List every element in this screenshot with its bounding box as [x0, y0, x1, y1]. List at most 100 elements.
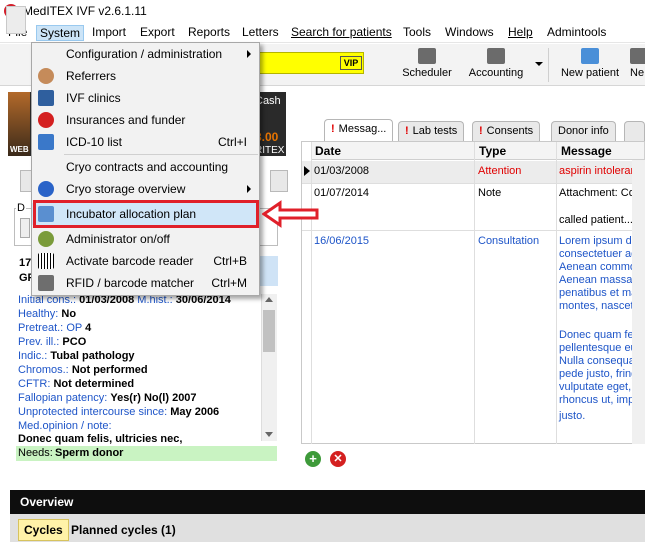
- menu-letters[interactable]: Letters: [239, 25, 282, 41]
- menu-search-patients[interactable]: Search for patients: [288, 25, 395, 41]
- menu-import[interactable]: Import: [89, 25, 129, 41]
- cell-type: Attention: [478, 165, 522, 177]
- scheduler-button[interactable]: Scheduler: [398, 46, 456, 84]
- tab-messages[interactable]: ! Messag...: [324, 119, 394, 141]
- tab-lab-tests[interactable]: ! Lab tests: [398, 121, 465, 141]
- icd-list-icon: [38, 134, 54, 150]
- menu-export[interactable]: Export: [137, 25, 178, 41]
- tab-planned-cycles[interactable]: Planned cycles (1): [71, 523, 176, 537]
- new-patient-button[interactable]: New patient: [557, 46, 623, 84]
- cell-message-line: justo.: [559, 410, 586, 422]
- column-header-type[interactable]: Type: [475, 142, 557, 160]
- menu-item-shortcut: Ctrl+I: [217, 135, 247, 149]
- tab-consents-label: Consents: [486, 125, 534, 137]
- healthy-row: Healthy: No: [18, 308, 76, 320]
- unprotected-label: Unprotected intercourse since:: [18, 406, 168, 418]
- menu-item-icd10[interactable]: ICD-10 list Ctrl+I: [32, 131, 259, 153]
- table-scrollbar[interactable]: [632, 160, 645, 444]
- menu-admintools[interactable]: Admintools: [544, 25, 609, 41]
- delete-icon[interactable]: ✕: [330, 451, 346, 467]
- highlight-frame: [33, 200, 259, 228]
- tab-next[interactable]: [624, 121, 645, 141]
- menu-item-cryo-contracts[interactable]: Cryo contracts and accounting: [32, 156, 259, 178]
- prev-ill-label: Prev. ill.:: [18, 336, 60, 348]
- new-patient-icon: [581, 48, 599, 64]
- menu-item-ivf-clinics[interactable]: IVF clinics: [32, 87, 259, 109]
- menu-separator: [64, 154, 258, 155]
- fallopian-value: Yes(r) No(l) 2007: [110, 392, 197, 404]
- accounting-label: Accounting: [468, 67, 524, 79]
- menu-tools[interactable]: Tools: [400, 25, 434, 41]
- menu-item-label: RFID / barcode matcher: [66, 276, 195, 290]
- pretreat-value: 4: [85, 322, 92, 334]
- tab-consents[interactable]: ! Consents: [472, 121, 541, 141]
- overview-header: Overview: [10, 490, 645, 514]
- alert-icon: !: [479, 125, 483, 137]
- menu-item-configuration[interactable]: Configuration / administration: [32, 43, 259, 65]
- menu-windows[interactable]: Windows: [442, 25, 497, 41]
- tab-lab-tests-label: Lab tests: [412, 125, 458, 137]
- needs-bar: Needs: Sperm donor: [16, 446, 277, 461]
- left-group-control[interactable]: [20, 218, 30, 238]
- column-header-message[interactable]: Message: [557, 142, 645, 160]
- chromos-label: Chromos.:: [18, 364, 69, 376]
- menu-reports[interactable]: Reports: [185, 25, 233, 41]
- cell-message-line: called patient....: [559, 214, 637, 226]
- title-bar: M MedITEX IVF v2.6.1.11: [0, 0, 645, 22]
- cell-date: 01/07/2014: [314, 187, 370, 199]
- vip-badge: VIP: [340, 56, 362, 70]
- barcode-icon: [38, 253, 54, 269]
- medopinion-value: Donec quam felis, ultricies nec,: [18, 433, 183, 445]
- menu-item-label: Cryo storage overview: [66, 182, 186, 196]
- accounting-dropdown-icon[interactable]: [535, 62, 543, 66]
- menu-bar: File System Import Export Reports Letter…: [0, 22, 645, 43]
- menu-help[interactable]: Help: [505, 25, 536, 41]
- tab-messages-label: Messag...: [338, 123, 387, 135]
- web-label: WEB: [10, 145, 29, 154]
- next-label: Ne: [630, 67, 645, 79]
- chromos-value: Not performed: [71, 364, 148, 376]
- menu-item-cryo-storage[interactable]: Cryo storage overview: [32, 178, 259, 200]
- menu-item-insurances[interactable]: Insurances and funder: [32, 109, 259, 131]
- add-icon[interactable]: +: [305, 451, 321, 467]
- person-icon: [38, 68, 54, 84]
- menu-item-label: Cryo contracts and accounting: [66, 160, 229, 174]
- pretreat-op: OP: [66, 322, 83, 334]
- menu-item-referrers[interactable]: Referrers: [32, 65, 259, 87]
- menu-item-label: Insurances and funder: [66, 113, 186, 127]
- tab-donor-info[interactable]: Donor info: [551, 121, 616, 141]
- scroll-up-icon[interactable]: [265, 297, 273, 302]
- row-divider: [302, 183, 645, 184]
- rfid-icon: [38, 275, 54, 291]
- tab-donor-info-label: Donor info: [558, 125, 609, 137]
- calendar-icon: [418, 48, 436, 64]
- chromos-row: Chromos.: Not performed: [18, 364, 148, 376]
- accounting-button[interactable]: Accounting: [466, 46, 526, 84]
- cell-type: Note: [478, 187, 502, 199]
- menu-system[interactable]: System: [36, 25, 85, 41]
- menu-item-label: Activate barcode reader: [66, 254, 194, 268]
- menu-item-rfid-matcher[interactable]: RFID / barcode matcher Ctrl+M: [32, 272, 259, 294]
- needs-label: Needs:: [18, 447, 53, 459]
- medopinion-value-row: Donec quam felis, ultricies nec,: [18, 433, 182, 445]
- next-button[interactable]: Ne: [630, 46, 645, 84]
- menu-item-label: Administrator on/off: [66, 232, 170, 246]
- flask-icon: [487, 48, 505, 64]
- alert-icon: !: [405, 125, 409, 137]
- cell-message-line: montes, nascetur: [559, 300, 644, 312]
- row-divider: [302, 230, 645, 231]
- cell-date: 01/03/2008: [314, 165, 370, 177]
- cell-date: 16/06/2015: [314, 235, 370, 247]
- info-scrollbar-thumb[interactable]: [263, 310, 275, 352]
- tab-cycles[interactable]: Cycles: [18, 519, 69, 541]
- back-button[interactable]: [6, 6, 26, 34]
- menu-item-administrator[interactable]: Administrator on/off: [32, 228, 259, 250]
- menu-item-shortcut: Ctrl+M: [211, 276, 247, 290]
- scroll-down-icon[interactable]: [265, 432, 273, 437]
- menu-item-barcode-reader[interactable]: Activate barcode reader Ctrl+B: [32, 250, 259, 272]
- alert-icon: !: [331, 123, 335, 135]
- next-icon: [630, 48, 645, 64]
- right-panel-button[interactable]: [270, 170, 288, 192]
- row-selector-icon: [304, 166, 310, 176]
- column-header-date[interactable]: Date: [311, 142, 475, 160]
